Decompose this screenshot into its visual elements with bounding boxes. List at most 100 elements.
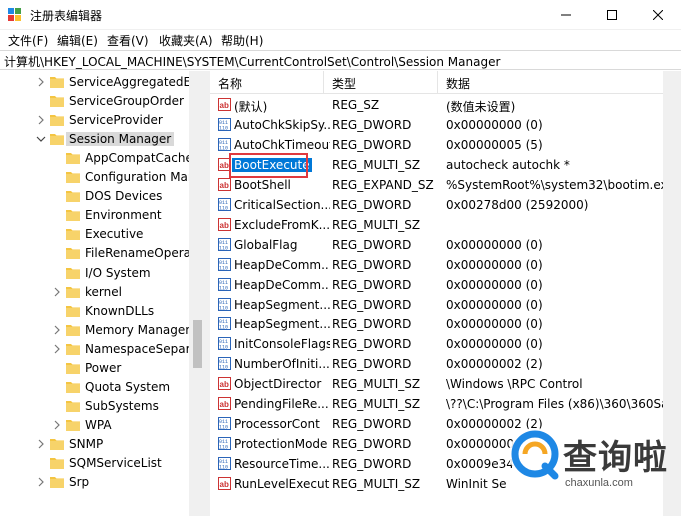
column-header-type[interactable]: 类型 (324, 71, 438, 93)
tree-item[interactable]: Executive (0, 225, 189, 244)
tree-item[interactable]: SubSystems (0, 397, 189, 416)
tree-item[interactable]: I/O System (0, 264, 189, 283)
menu-view[interactable]: 查看(V) (107, 32, 149, 49)
tree-item-label: ServiceProvider (69, 113, 163, 128)
tree-item[interactable]: Memory Managem (0, 321, 197, 340)
tree-item-label: ServiceGroupOrder (69, 94, 184, 109)
value-name: (默认) (234, 100, 268, 114)
chevron-right-icon[interactable] (52, 285, 62, 299)
tree-item[interactable]: ServiceGroupOrder (0, 92, 189, 111)
chevron-right-icon[interactable] (52, 323, 62, 337)
value-data: 0x00278d00 (2592000) (446, 197, 589, 212)
value-type: REG_DWORD (332, 357, 412, 372)
watermark-logo-icon (509, 428, 561, 480)
svg-text:110: 110 (219, 265, 228, 271)
tree-item[interactable]: Quota System (0, 378, 189, 397)
value-data: 0x00000005 (5) (446, 137, 543, 152)
tree-item[interactable]: Environment (0, 206, 189, 225)
value-row[interactable]: ab ExcludeFromK... REG_MULTI_SZ (210, 215, 665, 235)
close-button[interactable] (635, 0, 681, 30)
value-row[interactable]: 011 110 HeapSegment... REG_DWORD 0x00000000 … (210, 314, 665, 334)
value-type: REG_MULTI_SZ (332, 217, 421, 232)
tree-item[interactable]: ServiceProvider (0, 111, 189, 130)
tree-item-label: Executive (85, 227, 144, 242)
tree-item[interactable]: Srp (0, 473, 189, 492)
value-type: REG_DWORD (332, 297, 412, 312)
tree-item[interactable]: Session Manager (0, 130, 189, 149)
binary-value-icon: 011110 (218, 317, 231, 331)
value-name: ProcessorCont (234, 417, 320, 432)
chevron-right-icon[interactable] (52, 342, 62, 356)
value-row[interactable]: ab ObjectDirector REG_MULTI_SZ \Windows \RP… (210, 374, 665, 394)
value-row[interactable]: ab PendingFileRe... REG_MULTI_SZ \??\C:\Pro… (210, 394, 665, 414)
chevron-right-icon[interactable] (36, 75, 46, 89)
folder-icon (66, 286, 80, 298)
value-data: 0x00000002 (2) (446, 357, 543, 372)
binary-value-icon: 011110 (218, 137, 231, 151)
menu-file[interactable]: 文件(F) (8, 32, 48, 49)
value-row[interactable]: ab (默认) REG_SZ (数值未设置) (210, 95, 665, 115)
maximize-button[interactable] (589, 0, 635, 30)
column-header-name[interactable]: 名称 (210, 71, 324, 93)
tree-item[interactable]: ServiceAggregatedEv (0, 73, 198, 92)
tree-item[interactable]: AppCompatCache (0, 149, 193, 168)
string-value-icon: ab (218, 217, 231, 231)
value-name: ProtectionMode (234, 437, 328, 452)
value-row[interactable]: 011 110 HeapDeComm... REG_DWORD 0x00000000 (… (210, 255, 665, 275)
column-header-data[interactable]: 数据 (438, 71, 665, 93)
tree-item[interactable]: WPA (0, 416, 189, 435)
chevron-right-icon[interactable] (52, 418, 62, 432)
maximize-icon (607, 10, 617, 20)
value-name: ResourceTime... (234, 457, 330, 472)
menu-favorites[interactable]: 收藏夹(A) (159, 32, 213, 49)
value-name: PendingFileRe... (234, 397, 329, 412)
string-value-icon: ab (218, 177, 231, 191)
tree-item[interactable]: Power (0, 359, 189, 378)
svg-text:110: 110 (219, 205, 228, 211)
registry-editor-icon (8, 8, 21, 21)
tree-item-label: Session Manager (66, 132, 175, 147)
tree-item-label: I/O System (85, 265, 151, 280)
address-bar[interactable]: 计算机\HKEY_LOCAL_MACHINE\SYSTEM\CurrentCon… (0, 50, 681, 70)
tree-item[interactable]: SQMServiceList (0, 454, 189, 473)
value-row[interactable]: 011 110 GlobalFlag REG_DWORD 0x00000000 (0) (210, 235, 665, 255)
value-row[interactable]: 011 110 HeapDeComm... REG_DWORD 0x00000000 (… (210, 275, 665, 295)
tree-item[interactable]: SNMP (0, 435, 189, 454)
svg-text:ab: ab (220, 400, 229, 409)
minimize-button[interactable] (543, 0, 589, 30)
value-row[interactable]: 011 110 CriticalSection... REG_DWORD 0x00278… (210, 195, 665, 215)
tree-item-label: Configuration Man (85, 170, 196, 185)
address-path[interactable]: 计算机\HKEY_LOCAL_MACHINE\SYSTEM\CurrentCon… (4, 53, 500, 70)
svg-text:110: 110 (219, 145, 228, 151)
highlight-annotation (229, 153, 308, 178)
menu-bar: 文件(F) 编辑(E) 查看(V) 收藏夹(A) 帮助(H) (0, 30, 681, 50)
tree-item[interactable]: KnownDLLs (0, 302, 189, 321)
menu-edit[interactable]: 编辑(E) (57, 32, 98, 49)
tree-item[interactable]: kernel (0, 283, 189, 302)
menu-help[interactable]: 帮助(H) (221, 32, 263, 49)
chevron-right-icon[interactable] (36, 437, 46, 451)
tree-item[interactable]: Configuration Man (0, 168, 196, 187)
tree-scroll-thumb[interactable] (193, 320, 202, 368)
value-row[interactable]: 011 110 AutoChkTimeout REG_DWORD 0x00000005 … (210, 135, 665, 155)
chevron-right-icon[interactable] (36, 113, 46, 127)
tree-scrollbar[interactable] (189, 71, 206, 516)
value-row[interactable]: 011 110 NumberOfIniti... REG_DWORD 0x0000000… (210, 354, 665, 374)
tree-item[interactable]: DOS Devices (0, 187, 189, 206)
value-data: 0x00000000 (0) (446, 297, 543, 312)
tree-item-label: SQMServiceList (69, 456, 162, 470)
value-row[interactable]: 011 110 AutoChkSkipSy... REG_DWORD 0x0000000… (210, 115, 665, 135)
binary-value-icon: 011110 (218, 117, 231, 131)
tree-item-label: Power (85, 360, 122, 375)
watermark-text: 查询啦 (563, 438, 668, 478)
tree-item-label: kernel (85, 284, 122, 299)
value-name: HeapDeComm... (234, 277, 330, 292)
key-tree: ServiceAggregatedEv ServiceGroupOrder Serv… (0, 71, 206, 516)
tree-item[interactable]: FileRenameOperati (0, 244, 199, 263)
tree-item[interactable]: NamespaceSepara (0, 340, 198, 359)
chevron-right-icon[interactable] (36, 475, 46, 489)
chevron-down-icon[interactable] (36, 132, 46, 146)
value-row[interactable]: 011 110 InitConsoleFlags REG_DWORD 0x0000000… (210, 334, 665, 354)
value-type: REG_DWORD (332, 337, 412, 352)
value-row[interactable]: 011 110 HeapSegment... REG_DWORD 0x00000000 … (210, 295, 665, 315)
